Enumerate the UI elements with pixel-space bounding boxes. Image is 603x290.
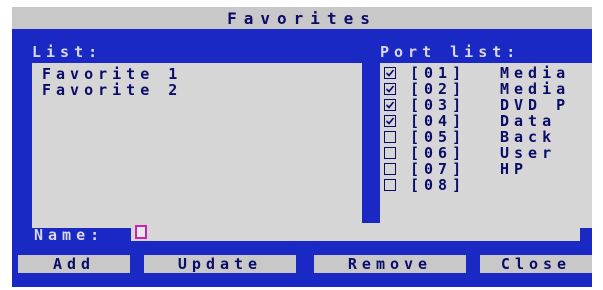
port-checkbox[interactable]	[384, 147, 396, 159]
favorites-list[interactable]: Favorite 1 Favorite 2	[32, 63, 362, 228]
port-checkbox[interactable]	[384, 179, 396, 191]
port-row[interactable]: [08]	[380, 176, 500, 194]
check-icon	[385, 69, 395, 77]
port-checkbox[interactable]	[384, 131, 396, 143]
port-row[interactable]: [05] Back	[380, 128, 556, 146]
name-input[interactable]	[131, 223, 580, 241]
port-checkbox[interactable]	[384, 99, 396, 111]
port-checkbox[interactable]	[384, 115, 396, 127]
favorites-list-label: List:	[32, 43, 103, 61]
port-checkbox[interactable]	[384, 163, 396, 175]
port-row[interactable]: [01] Media	[380, 64, 570, 82]
favorites-screen: Favorites List: Port list: Favorite 1 Fa…	[0, 0, 603, 290]
window-title: Favorites	[12, 7, 592, 29]
add-button[interactable]: Add	[18, 255, 130, 273]
name-label: Name:	[34, 226, 105, 244]
favorites-panel: List: Port list: Favorite 1 Favorite 2 […	[12, 29, 592, 281]
panel-bottom-edge	[12, 281, 592, 287]
port-code: [08]	[410, 176, 467, 194]
port-row[interactable]: [02] Media	[380, 80, 570, 98]
check-icon	[385, 85, 395, 93]
update-button[interactable]: Update	[144, 255, 296, 273]
check-icon	[385, 117, 395, 125]
port-row[interactable]: [04] Data	[380, 112, 556, 130]
window-title-text: Favorites	[227, 8, 377, 28]
port-name: HP	[500, 160, 529, 178]
favorite-item[interactable]: Favorite 2	[42, 81, 182, 99]
check-icon	[385, 101, 395, 109]
port-checkbox[interactable]	[384, 83, 396, 95]
remove-button[interactable]: Remove	[314, 255, 466, 273]
port-row[interactable]: [07] HP	[380, 160, 529, 178]
text-cursor	[135, 225, 147, 239]
port-checkbox[interactable]	[384, 67, 396, 79]
port-list-label: Port list:	[380, 43, 521, 61]
port-row[interactable]: [06] User	[380, 144, 556, 162]
port-row[interactable]: [03] DVD P	[380, 96, 570, 114]
close-button[interactable]: Close	[480, 255, 592, 273]
port-list: [01] Media [02] Media [03] DVD P [04] Da…	[380, 63, 592, 228]
